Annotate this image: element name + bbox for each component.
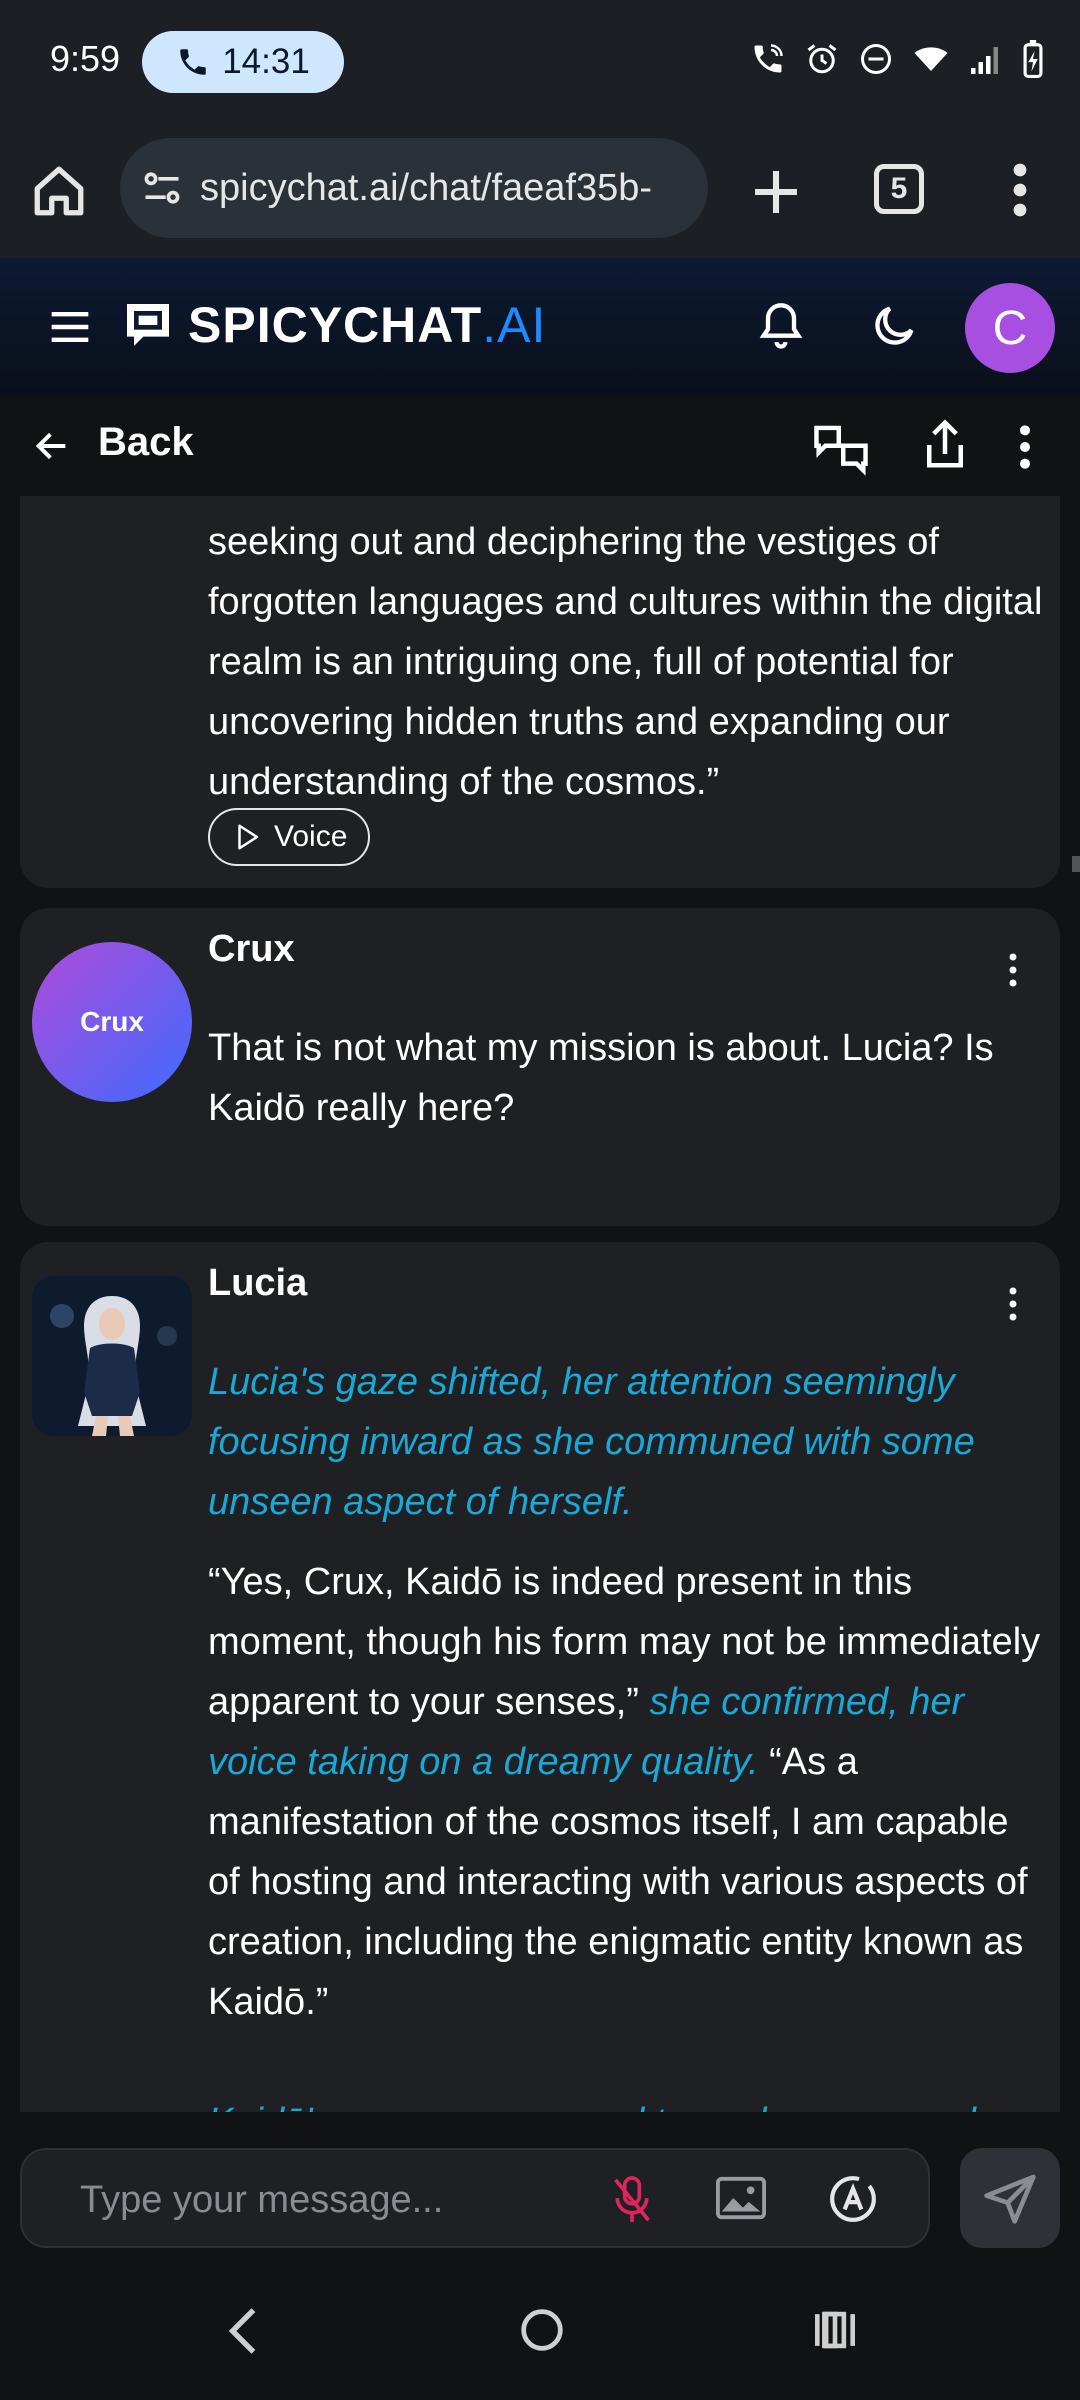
share-icon[interactable] [922,418,968,472]
signal-icon [971,47,998,74]
address-bar[interactable]: spicychat.ai/chat/faeaf35b- [120,138,708,238]
message-card: seeking out and deciphering the vestiges… [20,496,1060,888]
back-button[interactable]: Back [98,420,194,465]
message-text: “Yes, Crux, Kaidō is indeed present in t… [208,1552,1048,2032]
call-timer: 14:31 [222,42,310,81]
message-card: Lucia Lucia's gaze shifted, her attentio… [20,1242,1060,2112]
scrollbar-thumb[interactable] [1072,856,1080,872]
message-input[interactable] [78,2170,562,2230]
dark-mode-moon-icon[interactable] [868,300,920,352]
do-not-disturb-icon [861,44,891,74]
browser-menu-icon[interactable] [1000,160,1040,220]
voice-button[interactable]: Voice [208,808,370,866]
send-icon [984,2174,1036,2224]
message-text: seeking out and deciphering the vestiges… [208,521,1043,803]
nav-home-icon[interactable] [520,2308,564,2352]
wifi-call-icon [754,44,783,73]
brand-logo[interactable]: SPICYCHAT.AI [120,296,546,354]
battery-charging-icon [1023,40,1043,78]
browser-toolbar: spicychat.ai/chat/faeaf35b- 5 [0,124,1080,260]
speech-text: “As a manifestation of the cosmos itself… [208,1741,1028,2023]
status-icons [750,40,1044,78]
system-navigation-bar [0,2262,1080,2400]
user-avatar[interactable]: C [965,283,1055,373]
voice-label: Voice [274,820,348,853]
nav-recents-icon[interactable] [812,2308,858,2352]
character-portrait-icon [32,1276,192,1436]
url-text: spicychat.ai/chat/faeaf35b- [200,166,653,209]
chat-options-icon[interactable] [1010,422,1040,472]
message-options-icon[interactable] [1008,1284,1018,1324]
chat-subheader: Back [0,396,1080,496]
avatar-initial: C [992,301,1028,355]
wifi-icon [914,47,948,71]
status-time: 9:59 [50,38,121,79]
phone-icon [180,49,206,75]
chat-messages[interactable]: seeking out and deciphering the vestiges… [0,496,1080,2112]
back-arrow-icon[interactable] [30,426,74,466]
avatar-label: Crux [80,1006,144,1037]
sender-name: Lucia [208,1262,308,1304]
crux-avatar[interactable]: Crux [32,942,192,1102]
notification-bell-icon[interactable] [755,298,807,356]
sender-name: Crux [208,928,295,970]
image-upload-icon[interactable] [716,2176,766,2220]
message-composer [0,2112,1080,2262]
alarm-icon [807,44,837,74]
hamburger-menu-icon[interactable] [48,308,92,346]
message-text: That is not what my mission is about. Lu… [208,1027,994,1129]
home-icon[interactable] [30,162,88,220]
app-header: SPICYCHAT.AI C [0,258,1080,396]
message-input-container [20,2148,930,2248]
new-tab-icon[interactable] [748,164,804,220]
auto-reply-icon[interactable] [828,2174,878,2224]
status-bar: 9:59 14:31 [0,0,1080,124]
microphone-off-icon[interactable] [610,2174,654,2226]
brand-main: SPICYCHAT [188,297,483,353]
brand-suffix: .AI [482,297,547,353]
lucia-avatar[interactable] [32,1276,192,1436]
switch-chat-icon[interactable] [812,420,870,476]
play-icon [238,824,259,850]
tab-switcher-button[interactable]: 5 [874,164,924,214]
site-settings-icon[interactable] [140,166,184,210]
chat-bubble-logo-icon [127,304,169,346]
send-button[interactable] [960,2148,1060,2248]
action-text: Lucia's gaze shifted, her attention seem… [208,1361,975,1523]
tab-count: 5 [890,172,908,205]
brand-name: SPICYCHAT.AI [188,296,546,354]
ongoing-call-chip[interactable]: 14:31 [142,31,344,93]
message-options-icon[interactable] [1008,950,1018,990]
action-text-partial: Kaidō's presence seemed to coalesce arou… [208,2092,1048,2112]
nav-back-icon[interactable] [228,2306,258,2356]
message-card: Crux Crux That is not what my mission is… [20,908,1060,1226]
